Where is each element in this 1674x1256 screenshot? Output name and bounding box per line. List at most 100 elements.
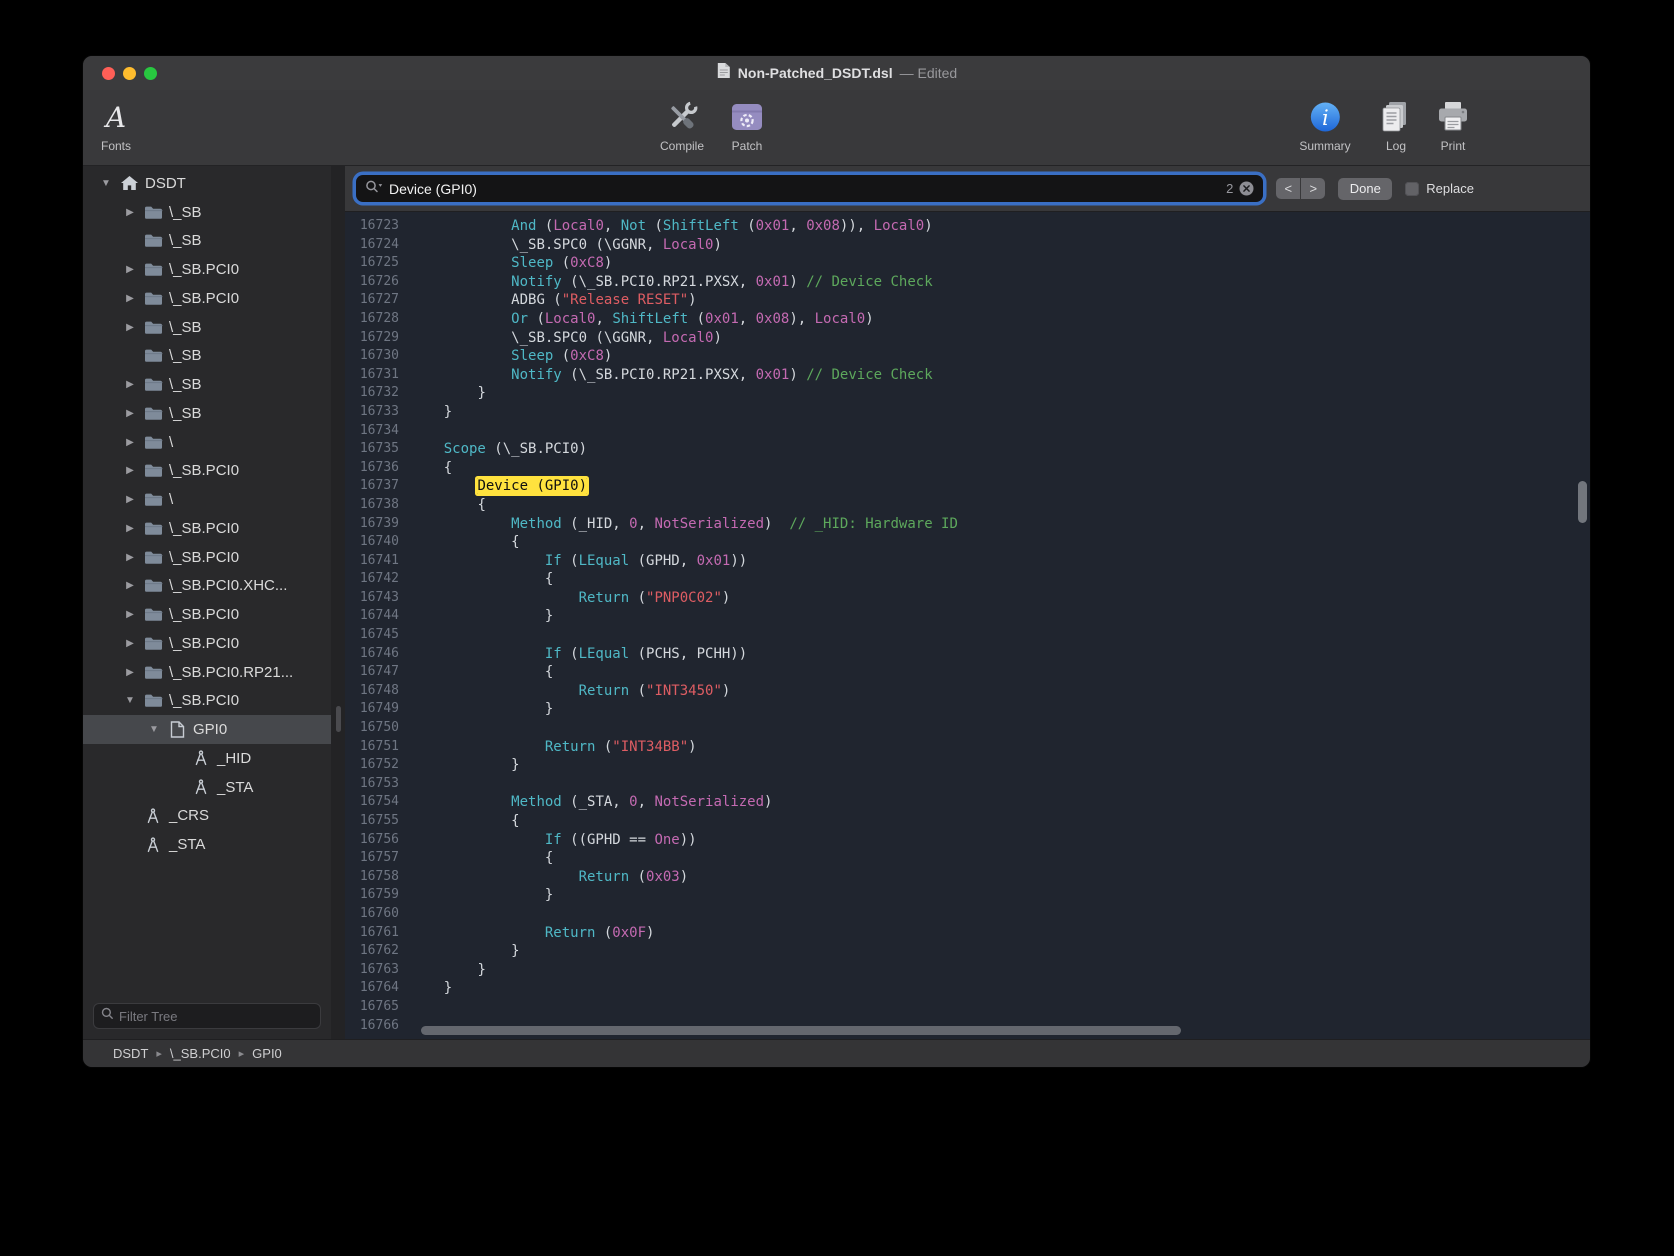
code-token: 0xC8 [570,255,604,271]
filter-tree-field[interactable] [93,1003,321,1029]
code-token: Return [579,683,630,699]
code-token: \_SB.SPC0 (\GGNR, [511,330,663,346]
breadcrumb-item[interactable]: DSDT [113,1046,148,1061]
tree-item-backslash[interactable]: ▶\ [83,485,331,514]
disclosure-right-icon[interactable]: ▶ [119,465,141,476]
code-line: 16733 } [345,403,1590,422]
tree-item-hid[interactable]: _HID [83,744,331,773]
disclosure-right-icon[interactable]: ▶ [119,264,141,275]
tree-item-sta[interactable]: _STA [83,830,331,859]
horizontal-scrollbar[interactable] [421,1026,1181,1035]
code-text: Sleep (0xC8) [410,254,612,273]
disclosure-right-icon[interactable]: ▶ [119,494,141,505]
code-text: Notify (\_SB.PCI0.RP21.PXSX, 0x01) // De… [410,273,933,292]
code-token: If [545,553,562,569]
find-previous-button[interactable]: < [1276,178,1300,199]
tree-item-sb-pci0[interactable]: ▶\_SB.PCI0 [83,457,331,486]
patch-button[interactable]: Patch [728,97,766,153]
breadcrumb-item[interactable]: \_SB.PCI0 [170,1046,231,1061]
filter-tree-input[interactable] [119,1009,313,1024]
line-number: 16751 [345,738,410,757]
disclosure-right-icon[interactable]: ▶ [119,408,141,419]
tree-item-sta[interactable]: _STA [83,773,331,802]
code-line: 16742 { [345,570,1590,589]
disclosure-right-icon[interactable]: ▶ [119,207,141,218]
print-icon [1434,97,1472,137]
disclosure-right-icon[interactable]: ▶ [119,552,141,563]
code-text: { [410,533,520,552]
tree-item-sb-pci0-rp21[interactable]: ▶\_SB.PCI0.RP21... [83,658,331,687]
zoom-button[interactable] [144,67,157,80]
code-token: ) [722,590,730,606]
code-token: // Device Check [806,274,932,290]
code-token: Method [511,794,562,810]
tree-item-sb-pci0[interactable]: ▶\_SB.PCI0 [83,600,331,629]
compile-button[interactable]: Compile [660,97,704,153]
tree-item-gpi0[interactable]: ▼GPI0 [83,715,331,744]
search-input[interactable] [389,181,1220,197]
disclosure-right-icon[interactable]: ▶ [119,667,141,678]
code-line: 16739 Method (_HID, 0, NotSerialized) //… [345,515,1590,534]
code-line: 16731 Notify (\_SB.PCI0.RP21.PXSX, 0x01)… [345,366,1590,385]
tree-item-sb[interactable]: ▶\_SB [83,399,331,428]
tree-item-dsdt[interactable]: ▼DSDT [83,169,331,198]
disclosure-right-icon[interactable]: ▶ [119,379,141,390]
disclosure-right-icon[interactable]: ▶ [119,609,141,620]
code-token: ( [739,218,756,234]
disclosure-down-icon[interactable]: ▼ [95,178,117,189]
tree-item-sb-pci0-xhc[interactable]: ▶\_SB.PCI0.XHC... [83,572,331,601]
done-button[interactable]: Done [1338,178,1392,200]
replace-checkbox[interactable] [1405,182,1419,196]
tree-item-sb-pci0[interactable]: ▶\_SB.PCI0 [83,543,331,572]
disclosure-down-icon[interactable]: ▼ [143,724,165,735]
log-button[interactable]: Log [1378,97,1414,153]
summary-button[interactable]: iSummary [1299,97,1350,153]
tree-item-crs[interactable]: _CRS [83,802,331,831]
code-token: ) [604,348,612,364]
disclosure-down-icon[interactable]: ▼ [119,695,141,706]
tree-item-sb[interactable]: \_SB [83,342,331,371]
tree-item-sb-pci0[interactable]: ▶\_SB.PCI0 [83,255,331,284]
tree-item-sb[interactable]: ▶\_SB [83,370,331,399]
tree-item-sb-pci0[interactable]: ▶\_SB.PCI0 [83,629,331,658]
tree-item-sb-pci0[interactable]: ▶\_SB.PCI0 [83,514,331,543]
code-token: Local0 [874,218,925,234]
code-editor[interactable]: 16723 And (Local0, Not (ShiftLeft (0x01,… [345,212,1590,1039]
code-token: 0x01 [705,311,739,327]
disclosure-right-icon[interactable]: ▶ [119,638,141,649]
line-number: 16764 [345,979,410,998]
code-token: ) [764,516,789,532]
vertical-scrollbar[interactable] [1578,481,1587,523]
code-line: 16747 { [345,663,1590,682]
folder-icon [141,578,165,593]
print-label: Print [1441,139,1466,153]
close-button[interactable] [102,67,115,80]
tree-item-sb[interactable]: ▶\_SB [83,313,331,342]
disclosure-right-icon[interactable]: ▶ [119,437,141,448]
disclosure-right-icon[interactable]: ▶ [119,293,141,304]
content-area: ▼DSDT▶\_SB\_SB▶\_SB.PCI0▶\_SB.PCI0▶\_SB\… [83,166,1590,1039]
fonts-button[interactable]: AFonts [101,97,131,153]
line-number: 16766 [345,1017,410,1036]
tree-item-sb-pci0[interactable]: ▼\_SB.PCI0 [83,687,331,716]
disclosure-right-icon[interactable]: ▶ [119,322,141,333]
minimize-button[interactable] [123,67,136,80]
line-number: 16725 [345,254,410,273]
disclosure-right-icon[interactable]: ▶ [119,523,141,534]
disclosure-right-icon[interactable]: ▶ [119,580,141,591]
code-token: ) [680,869,688,885]
clear-search-button[interactable] [1239,181,1254,196]
code-token: (\_SB.PCI0.RP21.PXSX, [562,367,756,383]
tree-item-sb[interactable]: \_SB [83,227,331,256]
search-field[interactable]: 2 [356,175,1263,202]
breadcrumb-item[interactable]: GPI0 [252,1046,282,1061]
tree-item-sb-pci0[interactable]: ▶\_SB.PCI0 [83,284,331,313]
tree-item-backslash[interactable]: ▶\ [83,428,331,457]
split-divider[interactable] [331,166,345,1039]
tree-item-sb[interactable]: ▶\_SB [83,198,331,227]
code-token: ( [629,869,646,885]
print-button[interactable]: Print [1434,97,1472,153]
find-next-button[interactable]: > [1301,178,1325,199]
svg-text:i: i [1322,106,1329,130]
code-token: 0x01 [756,218,790,234]
